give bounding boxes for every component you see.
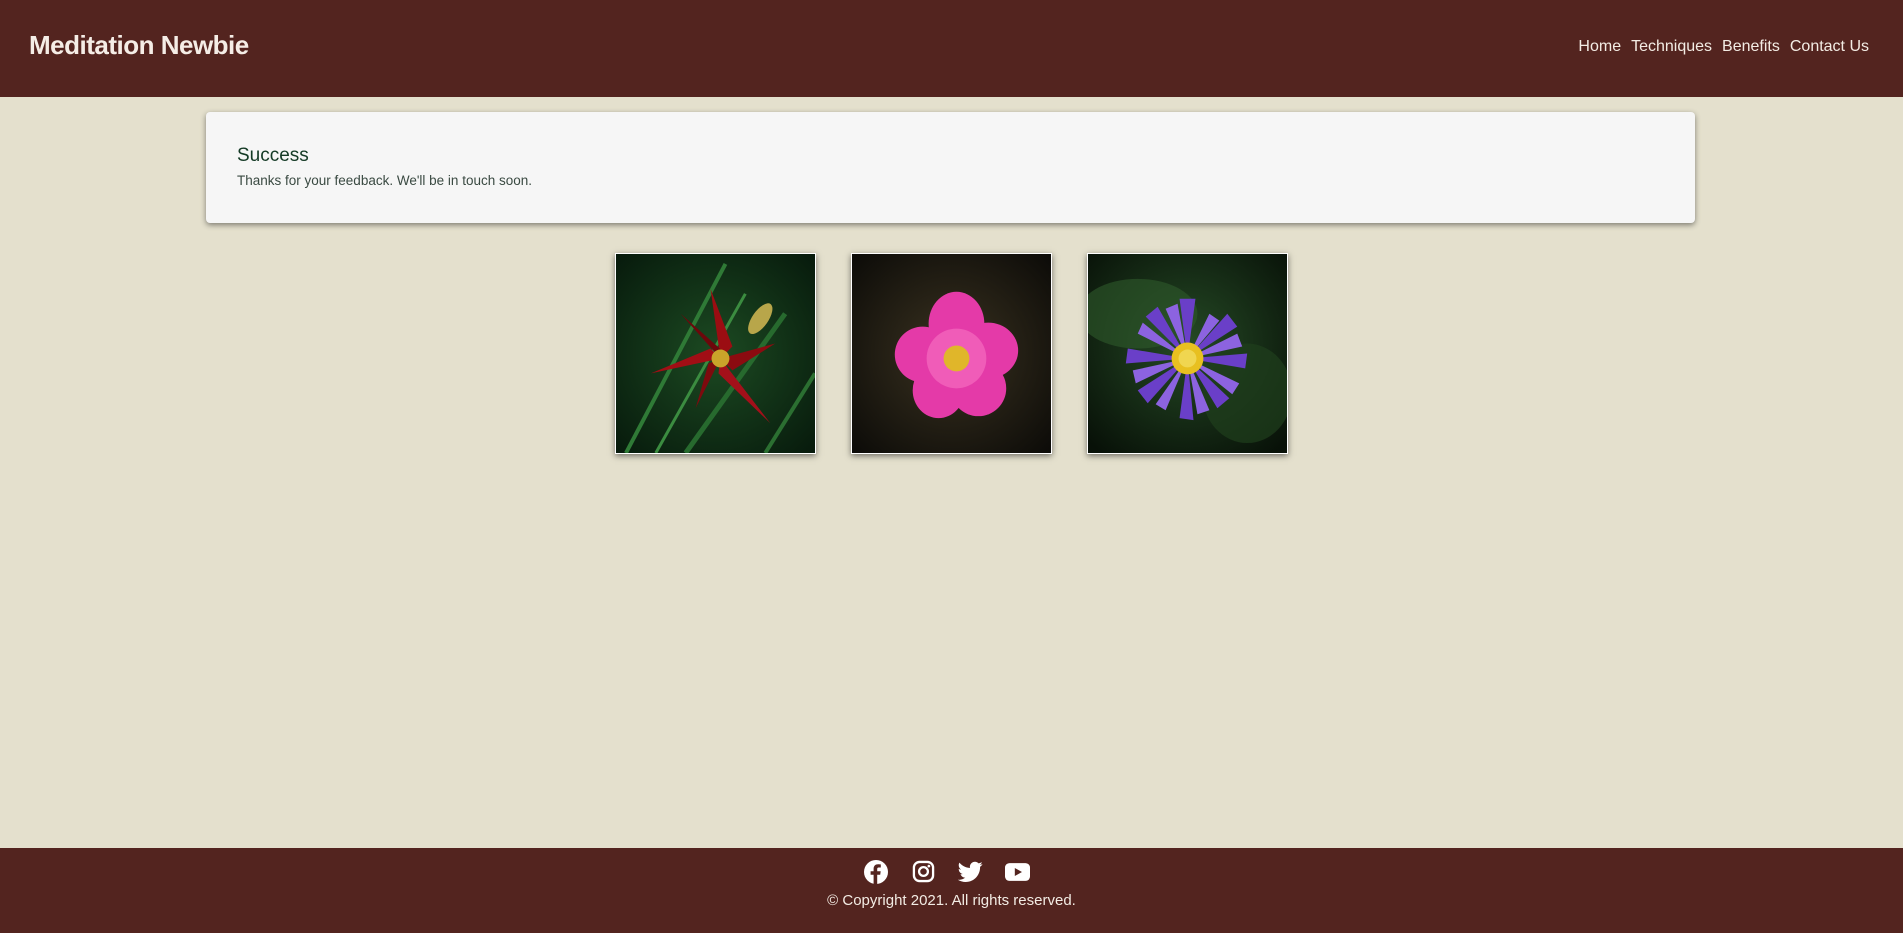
success-message-card: Success Thanks for your feedback. We'll … [206,112,1695,223]
facebook-icon[interactable] [864,859,889,884]
nav-benefits[interactable]: Benefits [1722,38,1780,56]
social-links [864,859,1030,884]
main-nav: Home Techniques Benefits Contact Us [1578,38,1869,56]
pink-flower-photo[interactable] [851,253,1052,454]
nav-techniques[interactable]: Techniques [1631,38,1712,56]
nav-home[interactable]: Home [1578,38,1621,56]
site-brand[interactable]: Meditation Newbie [29,30,249,61]
red-lily-photo[interactable] [615,253,816,454]
site-footer: © Copyright 2021. All rights reserved. [0,848,1903,933]
copyright-text: © Copyright 2021. All rights reserved. [827,892,1076,909]
site-header: Meditation Newbie Home Techniques Benefi… [0,0,1903,97]
success-title: Success [237,145,309,166]
flower-gallery [0,253,1903,454]
instagram-icon[interactable] [911,859,936,884]
youtube-icon[interactable] [1004,859,1030,884]
nav-contact-us[interactable]: Contact Us [1790,38,1869,56]
purple-lotus-photo[interactable] [1087,253,1288,454]
success-text: Thanks for your feedback. We'll be in to… [237,173,532,188]
twitter-icon[interactable] [957,859,983,884]
